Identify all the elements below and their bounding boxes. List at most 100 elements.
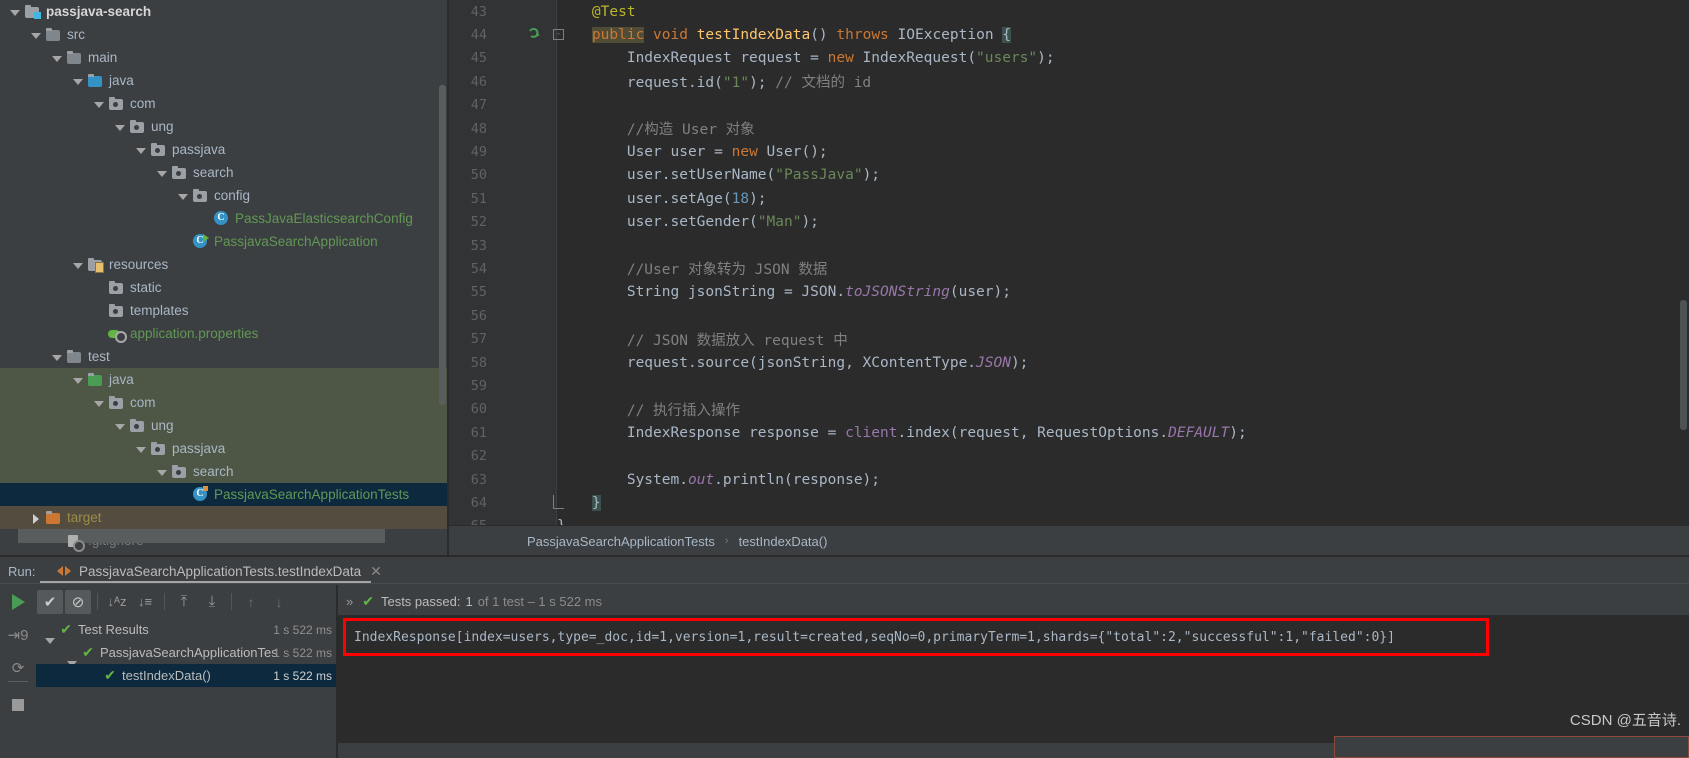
code-line[interactable]: 65} [449,515,1689,525]
expand-status-icon[interactable]: » [346,594,353,609]
code-line[interactable]: 48 //构造 User 对象 [449,117,1689,140]
java-test-class-icon [192,485,209,503]
code-line[interactable]: 43 @Test [449,0,1689,23]
code-line[interactable]: 54 //User 对象转为 JSON 数据 [449,257,1689,280]
code-editor[interactable]: 43 @Test 44 - public void testIndexData() … [449,0,1689,525]
project-tree-row[interactable]: templates [0,299,449,322]
project-tree-row[interactable]: src [0,23,449,46]
project-tree-row[interactable]: passjava-search [0,0,449,23]
test-tree-row[interactable]: ✔ Test Results 1 s 522 ms [36,618,336,644]
code-line[interactable]: 58 request.source(jsonString, XContentTy… [449,351,1689,374]
sort-alphabetically-button[interactable]: ↓ᴬz [104,590,130,614]
project-tree-row[interactable]: java [0,69,449,92]
project-tree-row[interactable]: .gitignore [0,529,449,552]
next-failed-test-button[interactable]: ↓ [266,590,292,614]
code-line[interactable]: 46 request.id("1"); // 文档的 id [449,70,1689,93]
chevron-down-icon[interactable] [92,396,106,410]
folder-icon [45,27,62,43]
chevron-right-icon[interactable] [29,511,43,525]
code-line[interactable]: 63 System.out.println(response); [449,468,1689,491]
run-icon[interactable] [0,585,36,618]
chevron-down-icon[interactable] [155,465,169,479]
chevron-down-icon[interactable] [71,373,85,387]
rerun-failed-icon[interactable]: ⇥9 [0,618,36,651]
test-results-tree[interactable]: ✔ Test Results 1 s 522 ms ✔ PassjavaSearchAp… [36,618,336,758]
show-passed-button[interactable]: ✔ [37,589,63,614]
project-tree-scrollbar[interactable] [439,85,446,405]
chevron-down-icon[interactable] [134,442,148,456]
project-tree-row[interactable]: target [0,506,449,529]
chevron-down-icon[interactable] [155,166,169,180]
code-fold-collapse-icon[interactable]: - [553,29,564,41]
collapse-all-button[interactable]: ⤓ [199,590,225,614]
previous-failed-test-button[interactable]: ↑ [238,590,264,614]
code-line[interactable]: 55 String jsonString = JSON.toJSONString… [449,281,1689,304]
chevron-down-icon[interactable] [50,51,64,65]
test-tree-row[interactable]: ✔ PassjavaSearchApplicationTes 1 s 522 ms [36,641,336,667]
project-tree-row[interactable]: com [0,391,449,414]
chevron-down-icon[interactable] [8,5,22,19]
project-tree-row[interactable]: static [0,276,449,299]
chevron-down-icon[interactable] [71,74,85,88]
run-test-gutter-icon[interactable] [527,27,541,41]
project-tree-row[interactable]: resources [0,253,449,276]
close-icon[interactable]: ✕ [370,564,382,578]
project-tree-panel[interactable]: passjava-search src main java com ung passjava… [0,0,449,557]
chevron-down-icon[interactable] [29,28,43,42]
project-tree-row[interactable]: PassJavaElasticsearchConfig [0,207,449,230]
breadcrumb-class[interactable]: PassjavaSearchApplicationTests [527,534,715,549]
editor-vertical-scrollbar[interactable] [1680,300,1687,430]
project-tree-row[interactable]: PassjavaSearchApplication [0,230,449,253]
chevron-down-icon[interactable] [113,120,127,134]
chevron-down-icon[interactable] [113,419,127,433]
test-console-panel[interactable]: » ✔ Tests passed: 1 of 1 test – 1 s 522 … [338,585,1689,758]
code-line[interactable]: 61 IndexResponse response = client.index… [449,421,1689,444]
project-tree-row[interactable]: ung [0,115,449,138]
code-line[interactable]: 51 user.setAge(18); [449,187,1689,210]
project-tree-row[interactable]: passjava [0,138,449,161]
test-tree-row[interactable]: ✔ testIndexData() 1 s 522 ms [36,664,336,687]
code-line[interactable]: 64 } [449,491,1689,514]
code-line[interactable]: 44 - public void testIndexData() throws I… [449,23,1689,46]
project-tree-row[interactable]: application.properties [0,322,449,345]
code-line[interactable]: 47 [449,94,1689,117]
sort-by-duration-button[interactable]: ↓≡ [132,590,158,614]
code-line[interactable]: 57 // JSON 数据放入 request 中 [449,327,1689,350]
breadcrumb[interactable]: PassjavaSearchApplicationTests › testInd… [449,525,1689,556]
restart-icon[interactable]: ⟳ [0,651,36,684]
code-text: System.out.println(response); [557,471,881,488]
chevron-down-icon[interactable] [134,143,148,157]
project-tree-row[interactable]: search [0,161,449,184]
breadcrumb-method[interactable]: testIndexData() [739,534,828,549]
project-tree-row[interactable]: search [0,460,449,483]
code-line[interactable]: 60 // 执行插入操作 [449,398,1689,421]
toolbar-divider-3 [231,593,232,610]
project-tree-row[interactable]: PassjavaSearchApplicationTests [0,483,449,506]
code-line[interactable]: 62 [449,444,1689,467]
chevron-down-icon[interactable] [71,258,85,272]
expand-all-button[interactable]: ⤒ [171,590,197,614]
code-line[interactable]: 56 [449,304,1689,327]
stop-icon[interactable] [0,688,36,721]
chevron-down-icon[interactable] [176,189,190,203]
project-tree-row[interactable]: passjava [0,437,449,460]
code-line[interactable]: 53 [449,234,1689,257]
code-fold-end-icon[interactable] [553,495,564,510]
code-line[interactable]: 45 IndexRequest request = new IndexReque… [449,47,1689,70]
test-results-toolbar[interactable]: ✔ ⊘ ↓ᴬz ↓≡ ⤒ ⤓ ↑ ↓ [36,585,336,618]
show-ignored-button[interactable]: ⊘ [65,589,91,614]
code-line[interactable]: 49 User user = new User(); [449,140,1689,163]
project-tree-row[interactable]: config [0,184,449,207]
project-tree-row[interactable]: ung [0,414,449,437]
project-tree-row[interactable]: test [0,345,449,368]
code-line[interactable]: 59 [449,374,1689,397]
project-tree-row[interactable]: java [0,368,449,391]
run-side-toolbar[interactable]: ⇥9 ⟳ [0,585,36,758]
project-tree-row[interactable]: main [0,46,449,69]
code-line[interactable]: 50 user.setUserName("PassJava"); [449,164,1689,187]
chevron-down-icon[interactable] [50,350,64,364]
project-tree-row[interactable]: com [0,92,449,115]
chevron-down-icon[interactable] [92,97,106,111]
code-line[interactable]: 52 user.setGender("Man"); [449,211,1689,234]
line-number: 63 [470,471,487,488]
